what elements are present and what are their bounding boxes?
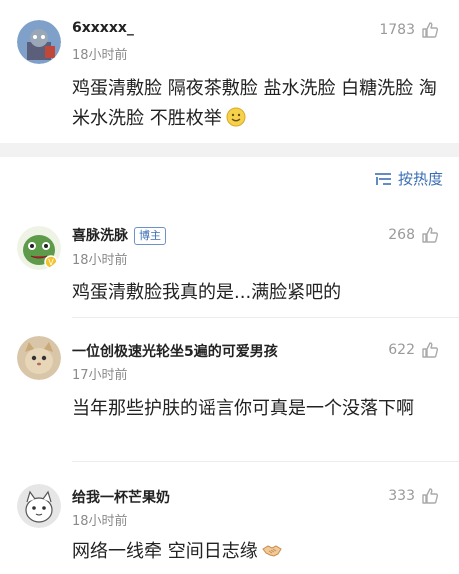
thumbs-up-icon: [422, 342, 439, 358]
author-badge: 博主: [134, 227, 166, 245]
comment-item: V 喜脉洗脉 博主 18小时前 268 鸡蛋清敷脸我真的是...满脸紧吧的: [0, 212, 459, 318]
comment-text: 网络一线牵 空间日志缘: [72, 537, 442, 567]
comment-time: 18小时前: [72, 253, 128, 268]
like-count: 268: [388, 227, 415, 243]
like-count: 1783: [379, 22, 415, 38]
avatar[interactable]: V: [17, 226, 61, 270]
thumbs-up-icon: [422, 488, 439, 504]
like-count: 333: [388, 488, 415, 504]
like-count: 622: [388, 342, 415, 358]
like-button[interactable]: 622: [388, 341, 439, 359]
avatar[interactable]: [17, 20, 61, 64]
comment-body: 网络一线牵 空间日志缘: [72, 541, 258, 562]
comment-time: 18小时前: [72, 514, 128, 529]
comment-time: 18小时前: [72, 48, 128, 63]
username[interactable]: 给我一杯芒果奶: [72, 487, 170, 507]
username[interactable]: 一位创极速光轮坐5遍的可爱男孩: [72, 341, 278, 361]
like-button[interactable]: 333: [388, 487, 439, 505]
thumbs-up-icon: [422, 227, 439, 243]
section-separator: [0, 143, 459, 157]
username[interactable]: 6xxxxx_: [72, 20, 134, 36]
like-button[interactable]: 1783: [379, 21, 439, 39]
sort-toggle[interactable]: 按热度: [374, 168, 443, 189]
sort-lines-icon: [374, 172, 391, 185]
smile-emoji-icon: [226, 107, 246, 127]
avatar[interactable]: [17, 484, 61, 528]
comment-time: 17小时前: [72, 368, 128, 383]
sort-label: 按热度: [397, 170, 443, 188]
comment-text: 当年那些护肤的谣言你可真是一个没落下啊: [72, 398, 414, 419]
comment-text: 鸡蛋清敷脸我真的是...满脸紧吧的: [72, 282, 342, 303]
comment-item: 6xxxxx_ 18小时前 1783 鸡蛋清敷脸 隔夜茶敷脸 盐水洗脸 白糖洗脸…: [0, 0, 459, 143]
username[interactable]: 喜脉洗脉: [72, 228, 128, 244]
like-button[interactable]: 268: [388, 226, 439, 244]
avatar[interactable]: [17, 336, 61, 380]
username-row: 喜脉洗脉 博主: [72, 225, 166, 245]
handshake-emoji-icon: [262, 545, 282, 557]
comment-body: 鸡蛋清敷脸 隔夜茶敷脸 盐水洗脸 白糖洗脸 淘米水洗脸 不胜枚举: [72, 78, 437, 129]
comment-text: 鸡蛋清敷脸 隔夜茶敷脸 盐水洗脸 白糖洗脸 淘米水洗脸 不胜枚举: [72, 74, 442, 134]
svg-text:V: V: [48, 258, 54, 267]
comment-item: 一位创极速光轮坐5遍的可爱男孩 17小时前 622 当年那些护肤的谣言你可真是一…: [0, 318, 459, 462]
comment-item: 给我一杯芒果奶 18小时前 333 网络一线牵 空间日志缘: [0, 462, 459, 574]
thumbs-up-icon: [422, 22, 439, 38]
